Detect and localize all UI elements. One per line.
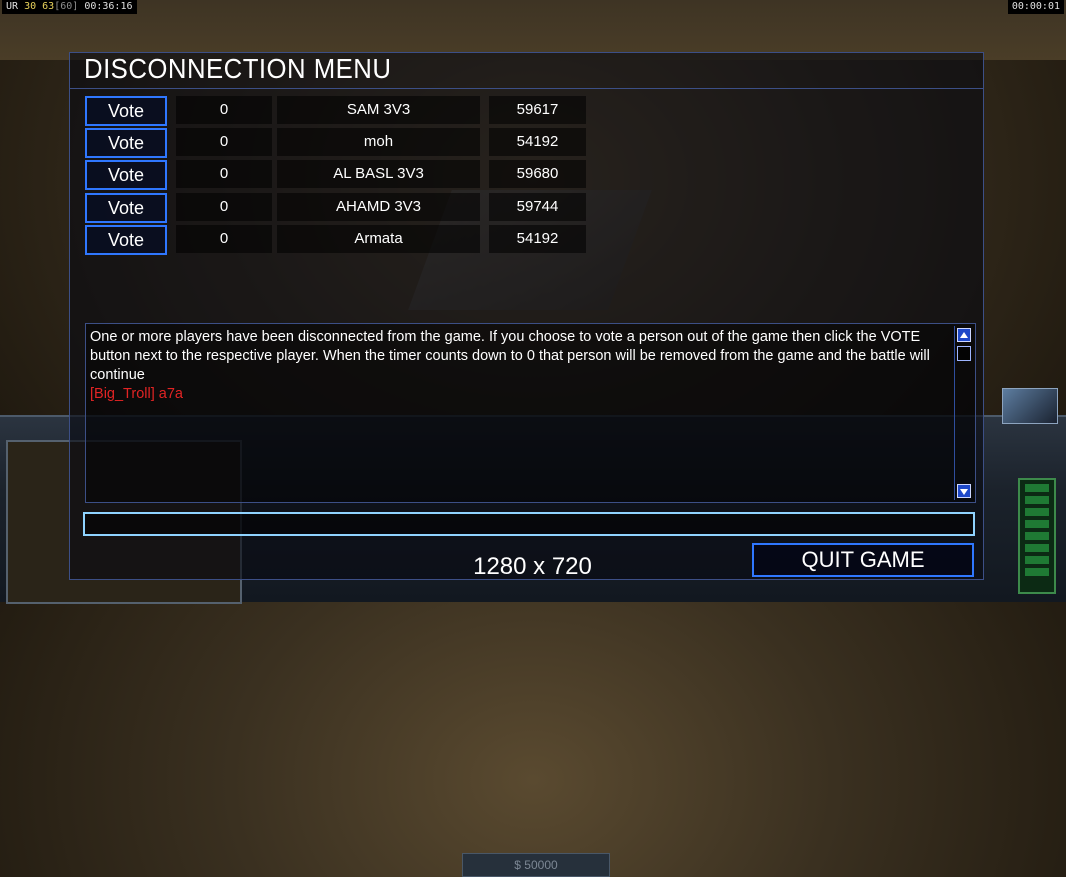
player-ping: 59744 [489, 193, 586, 221]
vote-button[interactable]: Vote [85, 193, 167, 223]
player-ping: 59680 [489, 160, 586, 188]
player-name: AL BASL 3V3 [277, 160, 480, 188]
vote-button[interactable]: Vote [85, 160, 167, 190]
network-stats: UR 30 63[60] 00:36:16 [2, 0, 137, 14]
title-divider [70, 88, 983, 89]
scroll-thumb[interactable] [957, 346, 971, 361]
player-name: moh [277, 128, 480, 156]
vote-button[interactable]: Vote [85, 128, 167, 158]
terrain-background [0, 0, 1066, 60]
player-ping: 54192 [489, 225, 586, 253]
game-timer: 00:36:16 [84, 1, 133, 12]
player-ping: 54192 [489, 128, 586, 156]
stats-value-3: [60] [54, 1, 79, 12]
vote-count: 0 [176, 96, 272, 124]
stats-value-1: 30 [24, 1, 37, 12]
stats-value-2: 63 [42, 1, 55, 12]
vote-button[interactable]: Vote [85, 225, 167, 255]
player-name: AHAMD 3V3 [277, 193, 480, 221]
stats-label: UR [6, 1, 19, 12]
message-log: One or more players have been disconnect… [85, 323, 976, 503]
satellite-icon[interactable] [1002, 388, 1058, 424]
quit-game-button[interactable]: QUIT GAME [752, 543, 974, 577]
disconnect-notice: One or more players have been disconnect… [90, 329, 930, 383]
scroll-up-arrow-icon[interactable] [957, 328, 971, 342]
vote-count: 0 [176, 193, 272, 221]
vote-count: 0 [176, 225, 272, 253]
resolution-label: 1280 x 720 [473, 553, 592, 580]
message-scrollbar[interactable] [954, 326, 973, 500]
scroll-down-arrow-icon[interactable] [957, 484, 971, 498]
player-ping: 59617 [489, 96, 586, 124]
power-meter [1018, 478, 1056, 594]
dialog-title: DISCONNECTION MENU [84, 53, 392, 84]
chat-line: [Big_Troll] a7a [90, 386, 183, 402]
player-name: Armata [277, 225, 480, 253]
money-display: $ 50000 [462, 853, 610, 877]
chat-input[interactable] [83, 512, 975, 536]
vote-count: 0 [176, 128, 272, 156]
player-name: SAM 3V3 [277, 96, 480, 124]
vote-count: 0 [176, 160, 272, 188]
countdown-timer: 00:00:01 [1007, 0, 1064, 14]
disconnection-dialog: DISCONNECTION MENU Vote 0 SAM 3V3 59617 … [69, 52, 984, 580]
vote-button[interactable]: Vote [85, 96, 167, 126]
message-text: One or more players have been disconnect… [90, 328, 950, 404]
